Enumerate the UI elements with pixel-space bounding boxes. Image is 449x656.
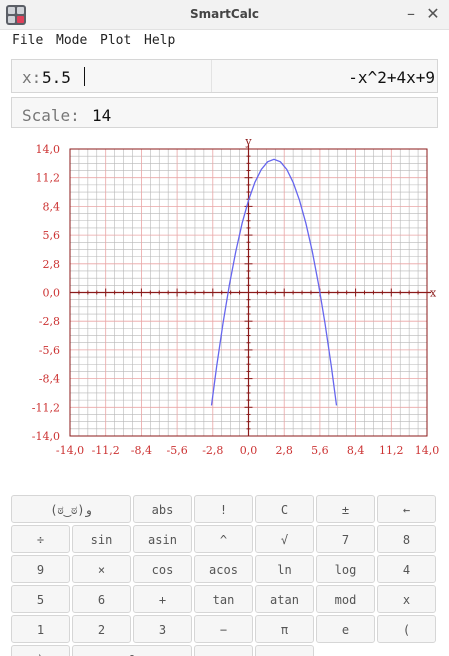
key-decimal[interactable]: .: [194, 645, 253, 656]
y-tick-label: 0,0: [43, 287, 61, 300]
key-abs[interactable]: abs: [133, 495, 192, 523]
menu-help[interactable]: Help: [144, 33, 175, 48]
key-7[interactable]: 7: [316, 525, 375, 553]
key-sin[interactable]: sin: [72, 525, 131, 553]
key-minus[interactable]: −: [194, 615, 253, 643]
key-1[interactable]: 1: [11, 615, 70, 643]
key-tan[interactable]: tan: [194, 585, 253, 613]
key-factorial[interactable]: !: [194, 495, 253, 523]
keypad: (ಠ‿ಠ)و abs! C ± ← ÷ sin asin ^ √ 7 8 9 × cos acos ln log 4…: [11, 495, 438, 656]
menu-file[interactable]: File: [12, 33, 43, 48]
close-icon[interactable]: ✕: [423, 4, 443, 24]
key-2[interactable]: 2: [72, 615, 131, 643]
y-tick-label: 2,8: [43, 258, 61, 271]
key-acos[interactable]: acos: [194, 555, 253, 583]
key-clear[interactable]: C: [255, 495, 314, 523]
x-tick-label: -5,6: [166, 444, 187, 457]
key-asin[interactable]: asin: [133, 525, 192, 553]
key-cos[interactable]: cos: [133, 555, 192, 583]
x-tick-label: 8,4: [347, 444, 365, 457]
y-tick-label: -8,4: [39, 373, 60, 386]
key-3[interactable]: 3: [133, 615, 192, 643]
x-tick-label: 14,0: [415, 444, 440, 457]
graph-area: -14,0 -11,2 -8,4 -5,6 -2,8 0,0 2,8 5,6 8,4 11,2 14…: [0, 135, 449, 460]
key-face[interactable]: (ಠ‿ಠ)و: [11, 495, 131, 523]
key-mod[interactable]: mod: [316, 585, 375, 613]
key-backspace[interactable]: ←: [377, 495, 436, 523]
menu-bar: File Mode Plot Help: [0, 30, 449, 52]
menu-plot[interactable]: Plot: [100, 33, 131, 48]
y-tick-label: 11,2: [36, 172, 61, 185]
minimize-icon[interactable]: –: [401, 4, 421, 24]
key-ln[interactable]: ln: [255, 555, 314, 583]
function-curve: [210, 158, 338, 406]
y-tick-label: -2,8: [39, 315, 60, 328]
y-tick-label: 8,4: [43, 200, 61, 213]
x-tick-label: 2,8: [275, 444, 293, 457]
x-value-input[interactable]: 5.5: [42, 68, 71, 87]
y-tick-label: 5,6: [43, 229, 61, 242]
key-pi[interactable]: π: [255, 615, 314, 643]
expression-field[interactable]: -x^2+4x+9: [348, 68, 435, 87]
key-5[interactable]: 5: [11, 585, 70, 613]
y-tick-label: 14,0: [36, 143, 61, 156]
y-tick-label: -14,0: [32, 430, 60, 443]
key-6[interactable]: 6: [72, 585, 131, 613]
key-power[interactable]: ^: [194, 525, 253, 553]
x-tick-label: -11,2: [92, 444, 120, 457]
input-panel: x: 5.5 -x^2+4x+9: [11, 59, 438, 93]
x-tick-label: 0,0: [240, 444, 258, 457]
key-0[interactable]: 0: [72, 645, 192, 656]
key-equals[interactable]: =: [255, 645, 314, 656]
key-4[interactable]: 4: [377, 555, 436, 583]
x-tick-label: -8,4: [131, 444, 152, 457]
y-axis-label: y: [244, 136, 252, 148]
key-x[interactable]: x: [377, 585, 436, 613]
x-tick-label: -2,8: [202, 444, 223, 457]
key-divide[interactable]: ÷: [11, 525, 70, 553]
text-cursor: [84, 67, 85, 86]
key-plus-minus[interactable]: ±: [316, 495, 375, 523]
key-close-paren[interactable]: ): [11, 645, 70, 656]
title-bar: SmartCalc – ✕: [0, 0, 449, 30]
x-tick-label: 5,6: [311, 444, 329, 457]
scale-label: Scale:: [22, 106, 80, 125]
x-label: x:: [22, 68, 42, 87]
x-tick-label: -14,0: [56, 444, 84, 457]
scale-panel: Scale: 14: [11, 97, 438, 128]
key-multiply[interactable]: ×: [72, 555, 131, 583]
key-open-paren[interactable]: (: [377, 615, 436, 643]
input-divider: [211, 60, 212, 92]
graph-canvas: -14,0 -11,2 -8,4 -5,6 -2,8 0,0 2,8 5,6 8,4 11,2 14…: [32, 135, 440, 457]
y-tick-label: -11,2: [32, 401, 60, 414]
key-atan[interactable]: atan: [255, 585, 314, 613]
x-tick-label: 11,2: [379, 444, 404, 457]
window-title: SmartCalc: [189, 7, 260, 21]
key-9[interactable]: 9: [11, 555, 70, 583]
key-sqrt[interactable]: √: [255, 525, 314, 553]
key-8[interactable]: 8: [377, 525, 436, 553]
x-axis-label: x: [430, 287, 437, 300]
key-e[interactable]: e: [316, 615, 375, 643]
y-tick-label: -5,6: [39, 344, 60, 357]
menu-mode[interactable]: Mode: [56, 33, 87, 48]
scale-input[interactable]: 14: [92, 106, 111, 125]
key-plus[interactable]: +: [133, 585, 192, 613]
key-log[interactable]: log: [316, 555, 375, 583]
